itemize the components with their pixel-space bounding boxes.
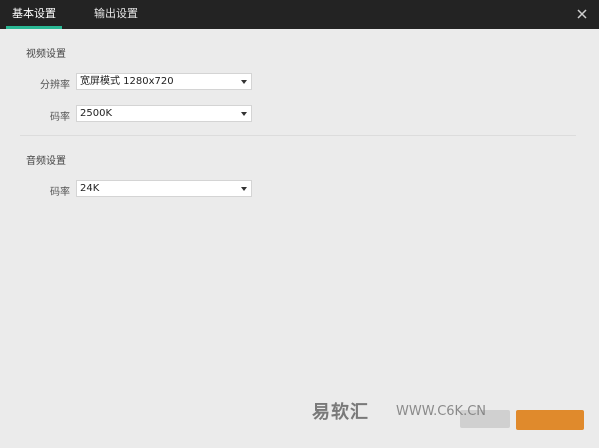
audio-bitrate-value: 24K — [80, 183, 100, 194]
close-icon[interactable] — [575, 7, 589, 21]
tab-basic-settings[interactable]: 基本设置 — [6, 0, 62, 29]
chevron-down-icon — [241, 80, 247, 84]
video-section-title: 视频设置 — [26, 49, 66, 60]
video-bitrate-label: 码率 — [50, 112, 70, 123]
confirm-button[interactable] — [516, 410, 584, 430]
chevron-down-icon — [241, 112, 247, 116]
resolution-value: 宽屏模式 1280x720 — [80, 76, 174, 87]
resolution-select[interactable]: 宽屏模式 1280x720 — [76, 73, 252, 90]
audio-bitrate-select[interactable]: 24K — [76, 180, 252, 197]
watermark-site: WWW.C6K.CN — [396, 404, 487, 419]
audio-section-title: 音频设置 — [26, 156, 66, 167]
resolution-label: 分辨率 — [40, 80, 70, 91]
video-bitrate-value: 2500K — [80, 108, 113, 119]
title-bar: 基本设置 输出设置 — [0, 0, 599, 29]
chevron-down-icon — [241, 187, 247, 191]
tab-output-settings[interactable]: 输出设置 — [88, 0, 144, 29]
audio-bitrate-label: 码率 — [50, 187, 70, 198]
section-divider — [20, 135, 576, 136]
watermark-logo: 易软汇 — [312, 402, 369, 423]
video-bitrate-select[interactable]: 2500K — [76, 105, 252, 122]
